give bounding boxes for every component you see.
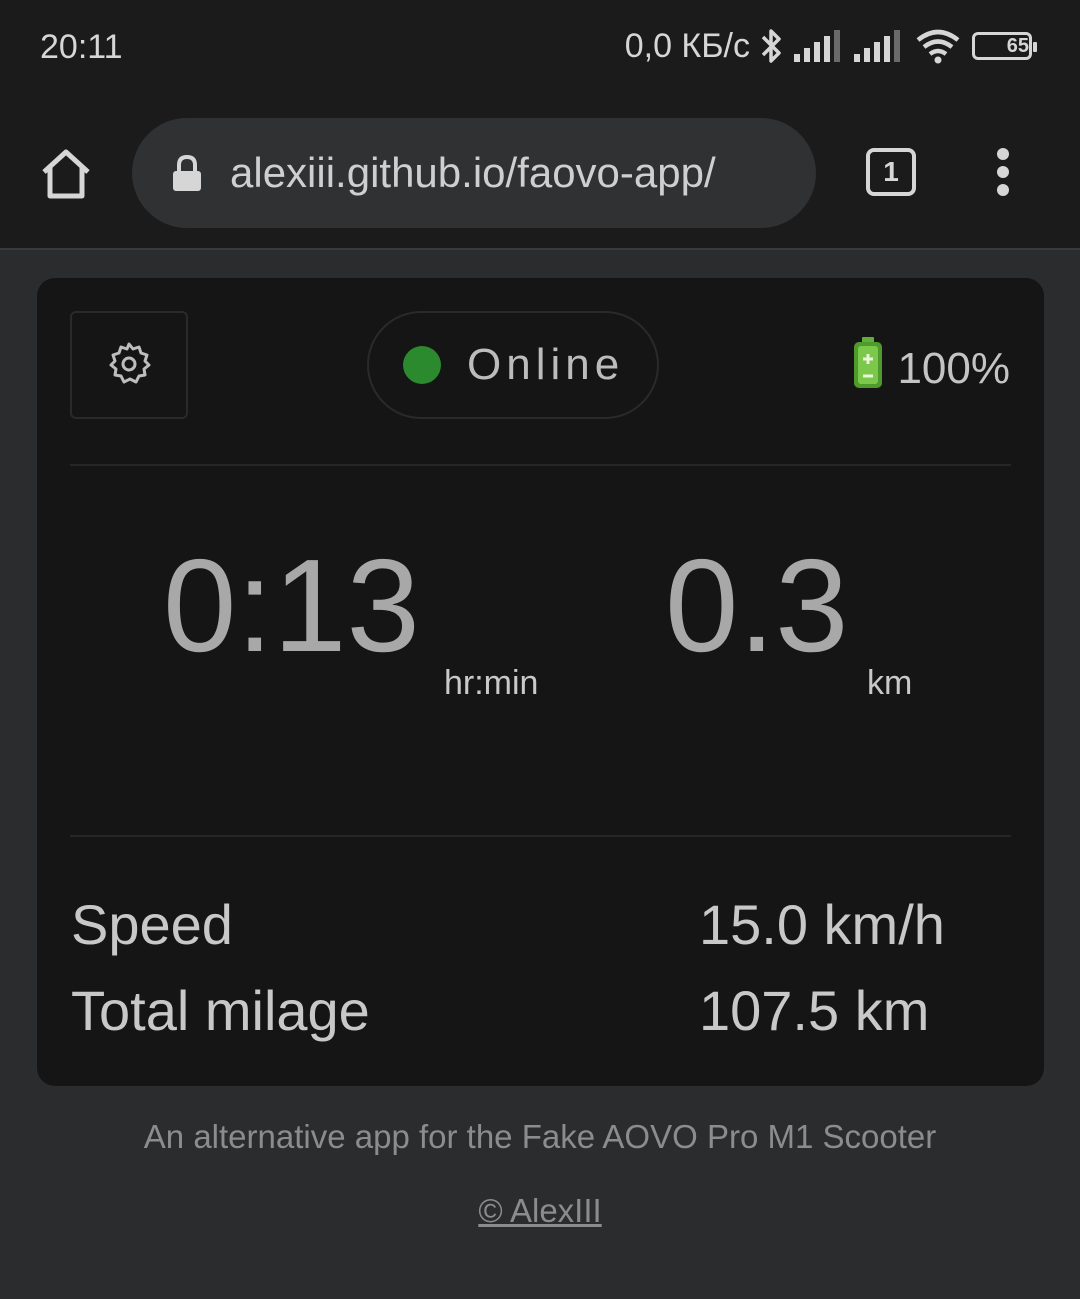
divider: [70, 464, 1011, 466]
status-bar: 20:11 0,0 КБ/с 65: [0, 0, 1080, 100]
battery-icon: [851, 336, 885, 401]
scooter-battery: 100%: [851, 336, 1010, 401]
more-vert-icon[interactable]: [990, 148, 1016, 200]
gear-icon: [107, 341, 151, 390]
tab-count: 1: [883, 156, 899, 187]
trip-distance-unit: km: [867, 664, 913, 702]
app-description: An alternative app for the Fake AOVO Pro…: [143, 1118, 937, 1155]
status-indicators: 0,0 КБ/с 65: [624, 26, 1037, 66]
battery-icon: 65: [972, 32, 1037, 60]
url-text: alexiii.github.io/faovo-app/: [230, 149, 716, 196]
connection-status[interactable]: Online: [367, 311, 659, 419]
wifi-icon: [914, 28, 962, 64]
divider: [70, 835, 1011, 837]
lock-icon: [170, 153, 204, 193]
total-milage-value: 107.5 km: [699, 979, 930, 1042]
status-time: 20:11: [40, 28, 123, 66]
settings-button[interactable]: [70, 311, 188, 419]
address-bar[interactable]: alexiii.github.io/faovo-app/: [132, 118, 816, 228]
trip-distance-value: 0.3: [665, 532, 849, 679]
speed-value: 15.0 km/h: [699, 893, 945, 956]
signal-icon: [794, 30, 844, 62]
tabs-button[interactable]: 1: [866, 148, 916, 196]
speed-label: Speed: [71, 893, 233, 956]
trip-time-unit: hr:min: [444, 664, 539, 702]
status-dot: [403, 346, 441, 384]
total-milage-label: Total milage: [71, 979, 370, 1042]
bluetooth-icon: [760, 26, 784, 66]
network-speed: 0,0 КБ/с: [624, 26, 750, 65]
status-text: Online: [467, 340, 625, 389]
author-link[interactable]: © AlexIII: [478, 1192, 601, 1229]
browser-toolbar: alexiii.github.io/faovo-app/ 1: [0, 100, 1080, 250]
battery-level: 65: [1006, 34, 1029, 57]
home-icon[interactable]: [38, 146, 94, 202]
credit: © AlexIII: [0, 1192, 1080, 1230]
trip-time-value: 0:13: [163, 532, 420, 679]
battery-percent: 100%: [897, 343, 1010, 393]
scooter-card: Online 100% 0:13 hr:min 0.3 km Speed 15.…: [37, 278, 1044, 1086]
signal-icon: [854, 30, 904, 62]
